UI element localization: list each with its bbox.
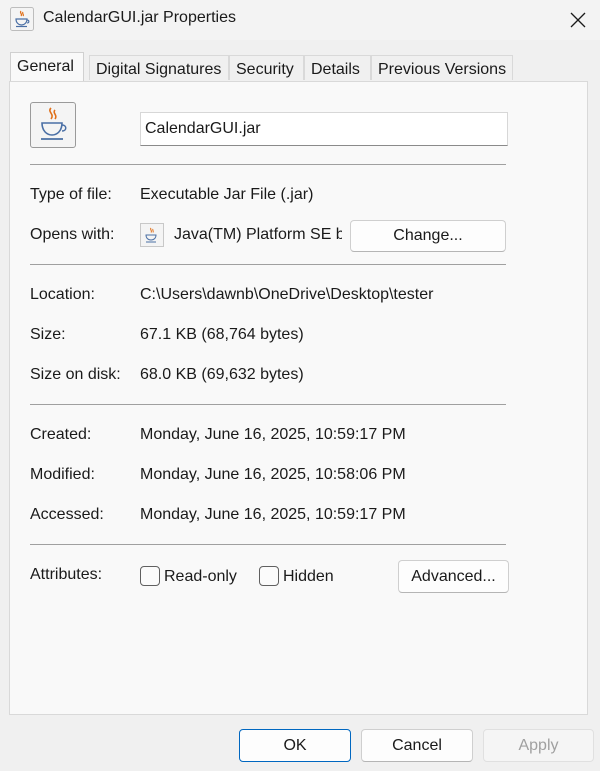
title-bar: CalendarGUI.jar Properties <box>0 0 600 40</box>
java-icon <box>10 7 34 31</box>
size-on-disk-value: 68.0 KB (69,632 bytes) <box>140 366 304 383</box>
tab-details[interactable]: Details <box>304 55 371 80</box>
change-button[interactable]: Change... <box>350 220 506 252</box>
advanced-button[interactable]: Advanced... <box>398 560 509 593</box>
type-of-file-value: Executable Jar File (.jar) <box>140 186 314 203</box>
size-value: 67.1 KB (68,764 bytes) <box>140 326 304 343</box>
file-type-icon <box>30 102 76 148</box>
java-icon <box>140 223 164 247</box>
size-on-disk-label: Size on disk: <box>30 366 121 383</box>
modified-label: Modified: <box>30 466 95 483</box>
size-label: Size: <box>30 326 66 343</box>
created-value: Monday, June 16, 2025, 10:59:17 PM <box>140 426 406 443</box>
type-of-file-label: Type of file: <box>30 186 112 203</box>
divider <box>30 544 506 545</box>
divider <box>30 164 506 165</box>
attributes-label: Attributes: <box>30 566 103 583</box>
ok-button[interactable]: OK <box>239 729 351 762</box>
tab-previous-versions[interactable]: Previous Versions <box>371 55 513 80</box>
opens-with-label: Opens with: <box>30 226 115 243</box>
tab-general[interactable]: General <box>10 52 84 81</box>
divider <box>30 264 506 265</box>
read-only-checkbox[interactable] <box>140 566 160 586</box>
tab-digital-signatures[interactable]: Digital Signatures <box>89 55 229 80</box>
modified-value: Monday, June 16, 2025, 10:58:06 PM <box>140 466 406 483</box>
close-icon <box>570 12 586 28</box>
accessed-value: Monday, June 16, 2025, 10:59:17 PM <box>140 506 406 523</box>
file-name-input[interactable] <box>140 112 508 146</box>
general-tab-panel <box>9 81 588 715</box>
tab-security[interactable]: Security <box>229 55 304 80</box>
apply-button[interactable]: Apply <box>483 729 594 762</box>
accessed-label: Accessed: <box>30 506 104 523</box>
java-icon <box>41 107 67 140</box>
created-label: Created: <box>30 426 92 443</box>
close-button[interactable] <box>556 0 600 40</box>
read-only-label[interactable]: Read-only <box>164 568 237 586</box>
cancel-button[interactable]: Cancel <box>361 729 473 762</box>
divider <box>30 404 506 405</box>
window-title: CalendarGUI.jar Properties <box>43 9 236 26</box>
location-label: Location: <box>30 286 95 303</box>
location-value: C:\Users\dawnb\OneDrive\Desktop\tester <box>140 286 434 303</box>
opens-with-value: Java(TM) Platform SE binary <box>174 226 342 243</box>
hidden-label[interactable]: Hidden <box>283 568 334 586</box>
hidden-checkbox[interactable] <box>259 566 279 586</box>
